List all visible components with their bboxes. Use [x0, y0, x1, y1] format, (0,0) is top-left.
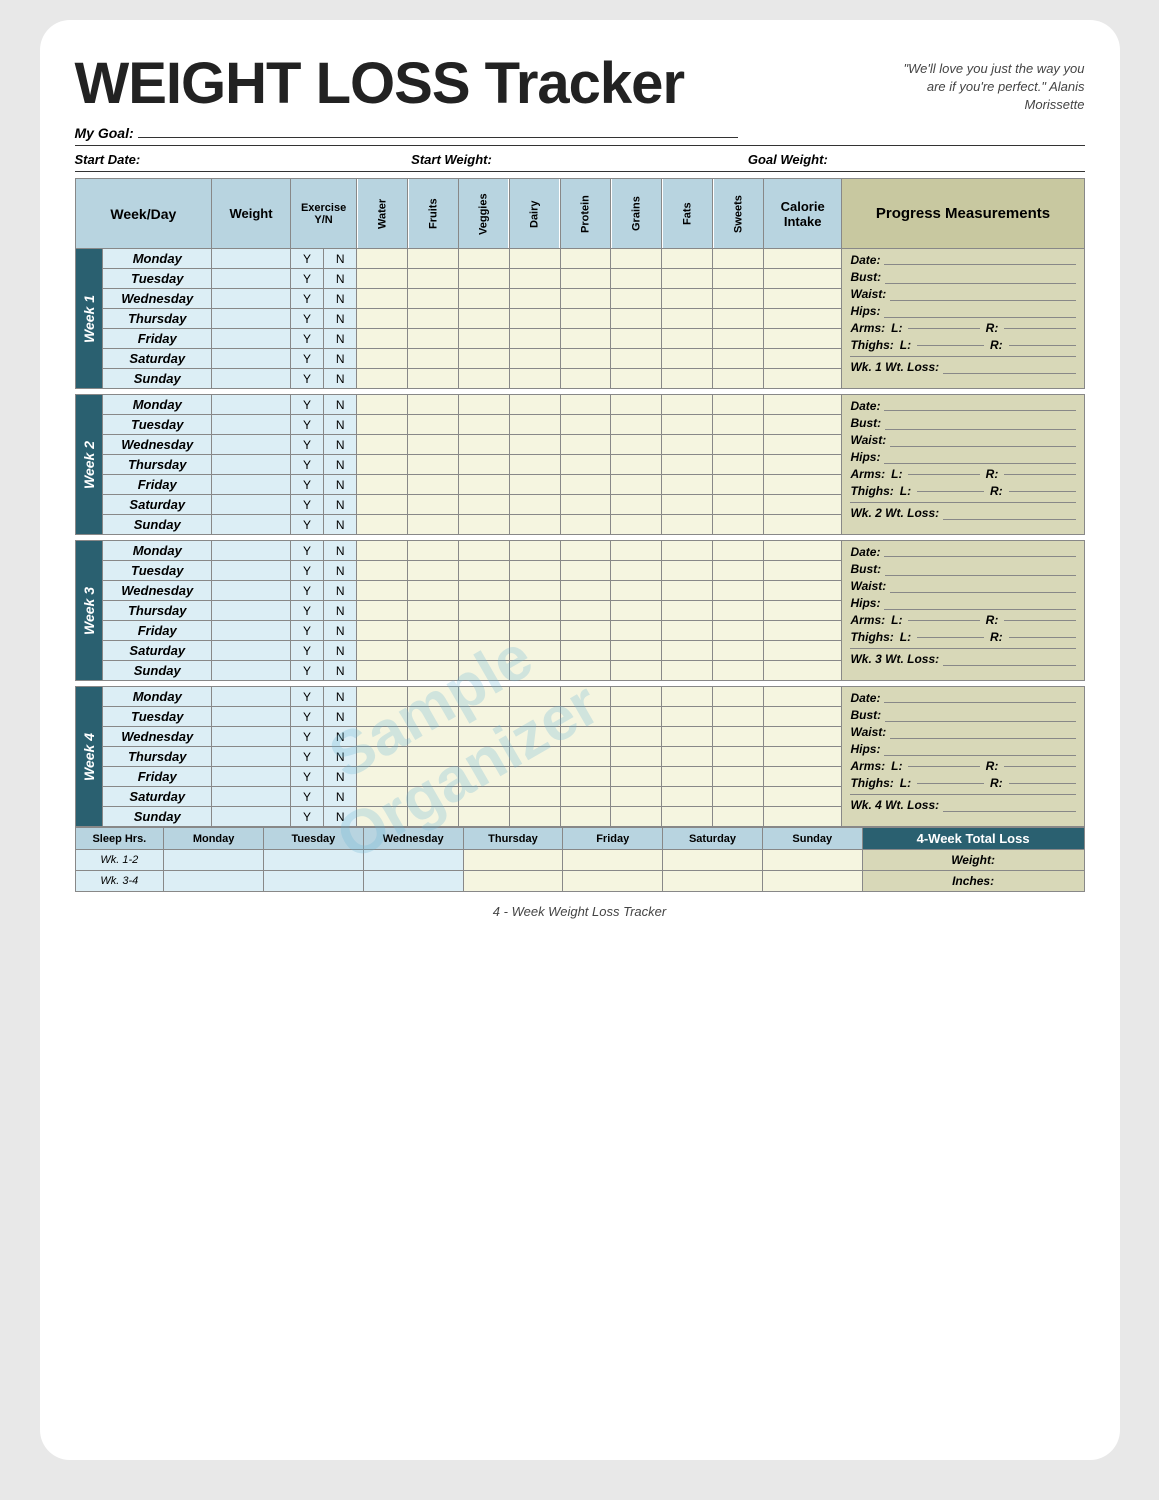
sleep-mon: Monday — [164, 828, 264, 850]
progress-cell-week-2: Date: Bust: Waist: Hips: — [842, 395, 1084, 535]
progress-cell-week-1: Date: Bust: Waist: Hips: — [842, 249, 1084, 389]
start-weight-label: Start Weight: — [411, 152, 748, 167]
sleep-thu: Thursday — [463, 828, 563, 850]
day-1-1: Monday — [103, 249, 212, 269]
col-dairy: Dairy — [509, 179, 560, 249]
col-progress: Progress Measurements — [842, 179, 1084, 249]
wk34-label: Wk. 3-4 — [75, 871, 164, 892]
goal-row: My Goal: — [75, 125, 1085, 146]
day-1-7: Sunday — [103, 369, 212, 389]
col-exercise: Exercise Y/N — [290, 179, 357, 249]
sleep-sun: Sunday — [762, 828, 862, 850]
day-4-7: Sunday — [103, 807, 212, 827]
col-protein: Protein — [560, 179, 611, 249]
day-3-3: Wednesday — [103, 581, 212, 601]
sleep-row-wk12: Wk. 1-2 Weight: — [75, 850, 1084, 871]
prog-date-label: Date: — [850, 691, 880, 705]
day-2-3: Wednesday — [103, 435, 212, 455]
day-3-6: Saturday — [103, 641, 212, 661]
col-veggies: Veggies — [458, 179, 509, 249]
day-2-5: Friday — [103, 475, 212, 495]
sleep-header: Sleep Hrs. — [75, 828, 164, 850]
col-week-day: Week/Day — [75, 179, 212, 249]
header: WEIGHT LOSS Tracker "We'll love you just… — [75, 50, 1085, 117]
day-1-3: Wednesday — [103, 289, 212, 309]
bottom-table: Sleep Hrs. Monday Tuesday Wednesday Thur… — [75, 827, 1085, 892]
goal-weight-label: Goal Weight: — [748, 152, 1085, 167]
footer-text: 4 - Week Weight Loss Tracker — [75, 904, 1085, 919]
prog-date-label: Date: — [850, 545, 880, 559]
day-4-1: Monday — [103, 687, 212, 707]
inches-total-label: Inches: — [862, 871, 1084, 892]
sleep-tue: Tuesday — [263, 828, 363, 850]
day-1-6: Saturday — [103, 349, 212, 369]
weight-total-label: Weight: — [862, 850, 1084, 871]
col-fats: Fats — [662, 179, 713, 249]
week-label-3: Week 3 — [75, 541, 103, 681]
start-date-label: Start Date: — [75, 152, 412, 167]
day-3-4: Thursday — [103, 601, 212, 621]
sleep-row-wk34: Wk. 3-4 Inches: — [75, 871, 1084, 892]
day-1-4: Thursday — [103, 309, 212, 329]
day-2-2: Tuesday — [103, 415, 212, 435]
col-fruits: Fruits — [408, 179, 459, 249]
day-4-2: Tuesday — [103, 707, 212, 727]
sleep-sat: Saturday — [663, 828, 763, 850]
col-grains: Grains — [611, 179, 662, 249]
day-3-7: Sunday — [103, 661, 212, 681]
day-2-7: Sunday — [103, 515, 212, 535]
week-label-4: Week 4 — [75, 687, 103, 827]
day-4-6: Saturday — [103, 787, 212, 807]
day-3-1: Monday — [103, 541, 212, 561]
sleep-wed: Wednesday — [363, 828, 463, 850]
week-label-1: Week 1 — [75, 249, 103, 389]
quote-text: "We'll love you just the way you are if … — [885, 60, 1085, 115]
day-1-5: Friday — [103, 329, 212, 349]
info-row: Start Date: Start Weight: Goal Weight: — [75, 152, 1085, 172]
col-sweets: Sweets — [713, 179, 764, 249]
day-4-3: Wednesday — [103, 727, 212, 747]
page: SampleOrganizer WEIGHT LOSS Tracker "We'… — [40, 20, 1120, 1460]
prog-date-label: Date: — [850, 253, 880, 267]
col-calorie: Calorie Intake — [763, 179, 842, 249]
progress-cell-week-4: Date: Bust: Waist: Hips: — [842, 687, 1084, 827]
four-week-total-header: 4-Week Total Loss — [862, 828, 1084, 850]
col-water: Water — [357, 179, 408, 249]
main-tracker-table: Week/Day Weight Exercise Y/N Water Fruit… — [75, 178, 1085, 827]
goal-label: My Goal: — [75, 125, 134, 141]
wk12-label: Wk. 1-2 — [75, 850, 164, 871]
progress-cell-week-3: Date: Bust: Waist: Hips: — [842, 541, 1084, 681]
day-1-2: Tuesday — [103, 269, 212, 289]
prog-date-label: Date: — [850, 399, 880, 413]
day-3-2: Tuesday — [103, 561, 212, 581]
week-label-2: Week 2 — [75, 395, 103, 535]
day-3-5: Friday — [103, 621, 212, 641]
day-4-5: Friday — [103, 767, 212, 787]
day-2-1: Monday — [103, 395, 212, 415]
page-title: WEIGHT LOSS Tracker — [75, 50, 685, 117]
day-2-4: Thursday — [103, 455, 212, 475]
day-2-6: Saturday — [103, 495, 212, 515]
col-weight: Weight — [212, 179, 291, 249]
day-4-4: Thursday — [103, 747, 212, 767]
sleep-fri: Friday — [563, 828, 663, 850]
